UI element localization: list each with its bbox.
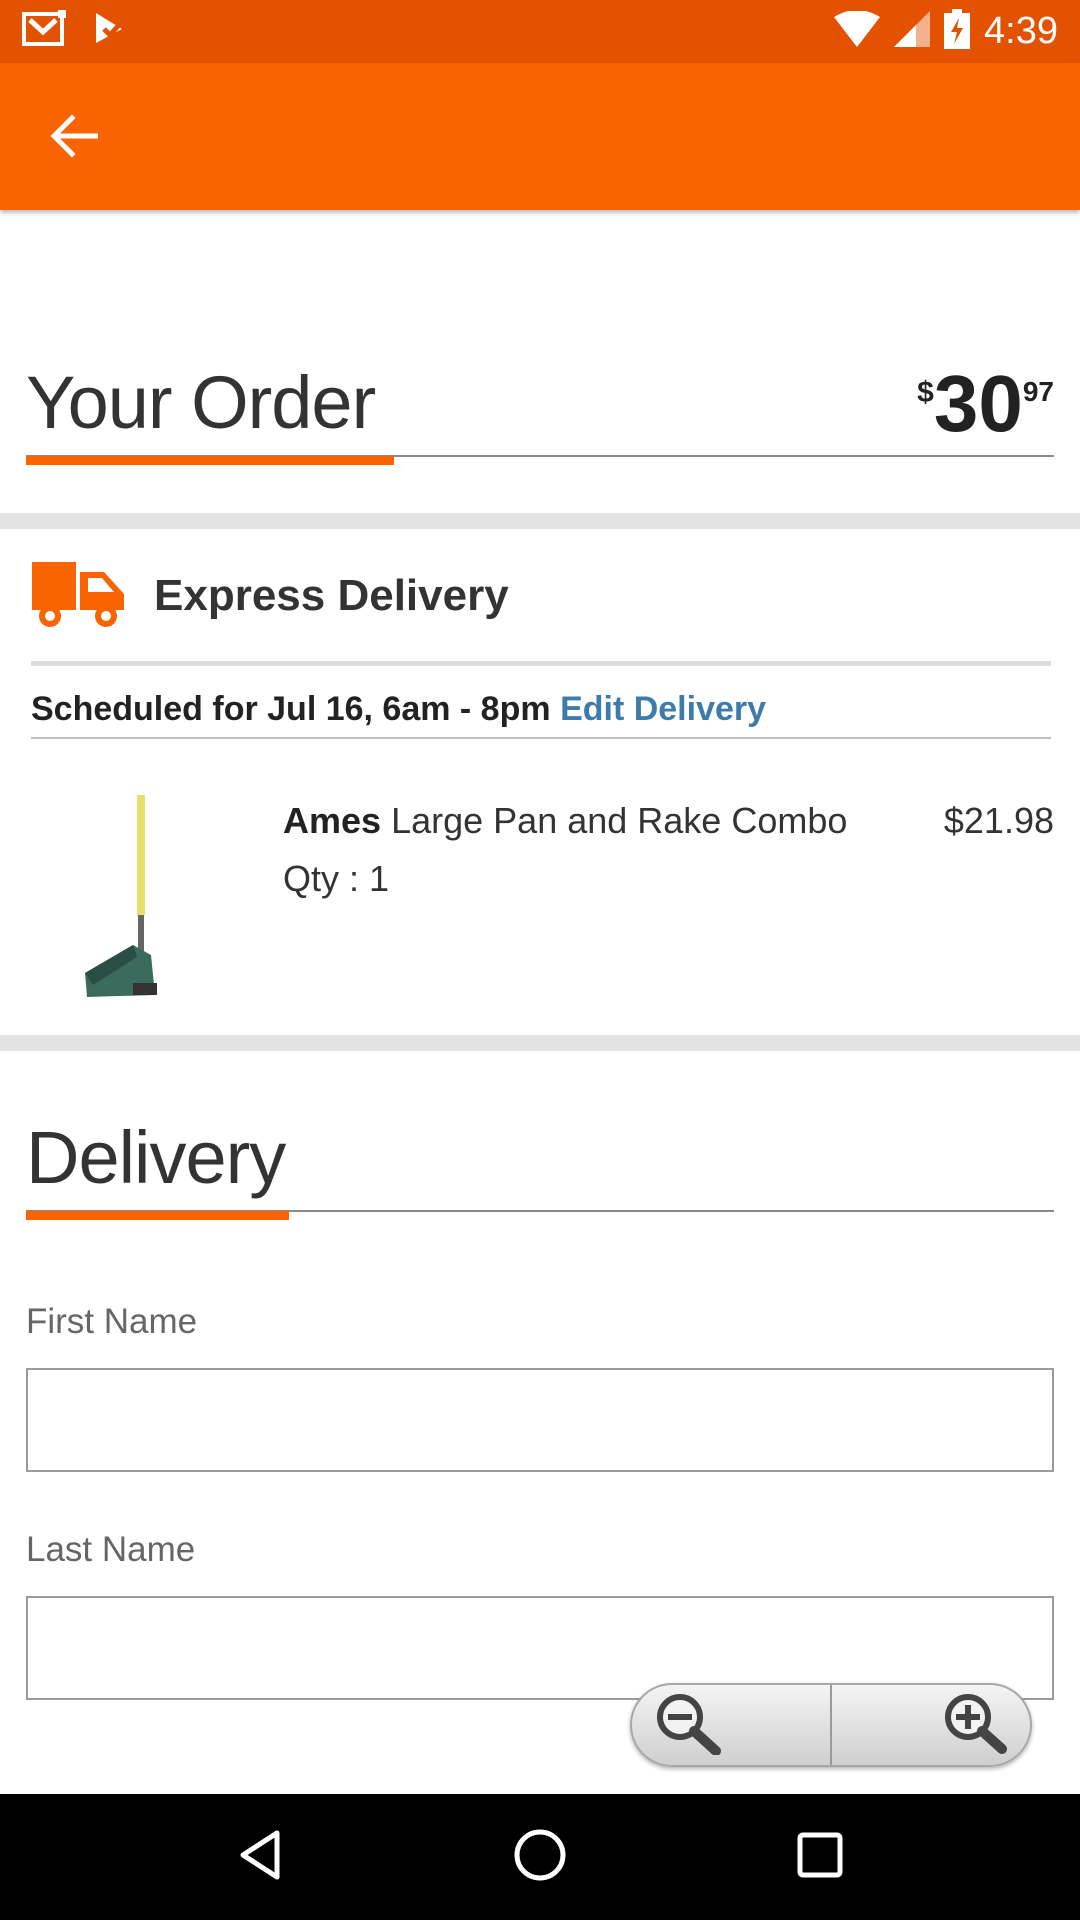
nav-home-button[interactable]	[490, 1807, 590, 1907]
page-title: Your Order	[26, 361, 376, 444]
zoom-in-button[interactable]	[832, 1685, 1030, 1765]
recents-square-icon	[796, 1831, 844, 1884]
zoom-out-button[interactable]	[632, 1685, 832, 1765]
heading-accent	[26, 456, 394, 465]
heading-accent	[26, 1211, 289, 1220]
express-delivery-title: Express Delivery	[154, 570, 509, 620]
zoom-in-icon	[938, 1691, 1008, 1760]
gmail-icon	[22, 10, 68, 53]
status-time: 4:39	[984, 10, 1058, 52]
delivery-heading: Delivery	[26, 1115, 1054, 1225]
product-image[interactable]	[75, 795, 185, 1005]
battery-charging-icon	[944, 9, 971, 54]
last-name-label: Last Name	[26, 1530, 196, 1569]
schedule-text: Scheduled for Jul 16, 6am - 8pm	[31, 690, 551, 728]
home-circle-icon	[512, 1827, 568, 1888]
divider	[31, 737, 1051, 739]
express-delivery-header: Express Delivery	[30, 558, 509, 633]
arrow-left-icon	[50, 113, 99, 163]
truck-icon	[30, 558, 126, 633]
back-triangle-icon	[237, 1829, 283, 1886]
zoom-controls	[630, 1683, 1032, 1767]
product-brand: Ames	[283, 800, 382, 841]
checkmark-notification-icon	[92, 11, 130, 52]
section-divider	[0, 513, 1080, 529]
product-name[interactable]: Ames Large Pan and Rake Combo	[283, 800, 847, 842]
order-total: $ 30 97	[917, 360, 1054, 444]
product-quantity: Qty : 1	[283, 858, 390, 899]
order-total-currency: $	[917, 376, 934, 409]
delivery-schedule: Scheduled for Jul 16, 6am - 8pm Edit Del…	[31, 690, 766, 729]
back-button[interactable]	[38, 108, 110, 168]
system-nav-bar	[0, 1794, 1080, 1920]
divider	[31, 661, 1051, 666]
nav-back-button[interactable]	[210, 1807, 310, 1907]
wifi-icon	[834, 10, 881, 52]
order-total-dollars: 30	[933, 359, 1023, 448]
first-name-field[interactable]	[26, 1368, 1054, 1472]
zoom-out-icon	[654, 1691, 724, 1760]
nav-recents-button[interactable]	[770, 1807, 870, 1907]
order-heading: Your Order $ 30 97	[26, 360, 1054, 470]
first-name-label: First Name	[26, 1302, 198, 1341]
edit-delivery-link[interactable]: Edit Delivery	[560, 690, 766, 728]
section-divider	[0, 1035, 1080, 1051]
product-price: $21.98	[943, 800, 1054, 841]
delivery-title: Delivery	[26, 1116, 286, 1199]
product-title: Large Pan and Rake Combo	[391, 800, 848, 841]
order-total-cents: 97	[1022, 376, 1054, 407]
status-bar: 4:39	[0, 0, 1080, 63]
cell-signal-icon	[894, 11, 931, 52]
app-bar	[0, 63, 1080, 210]
